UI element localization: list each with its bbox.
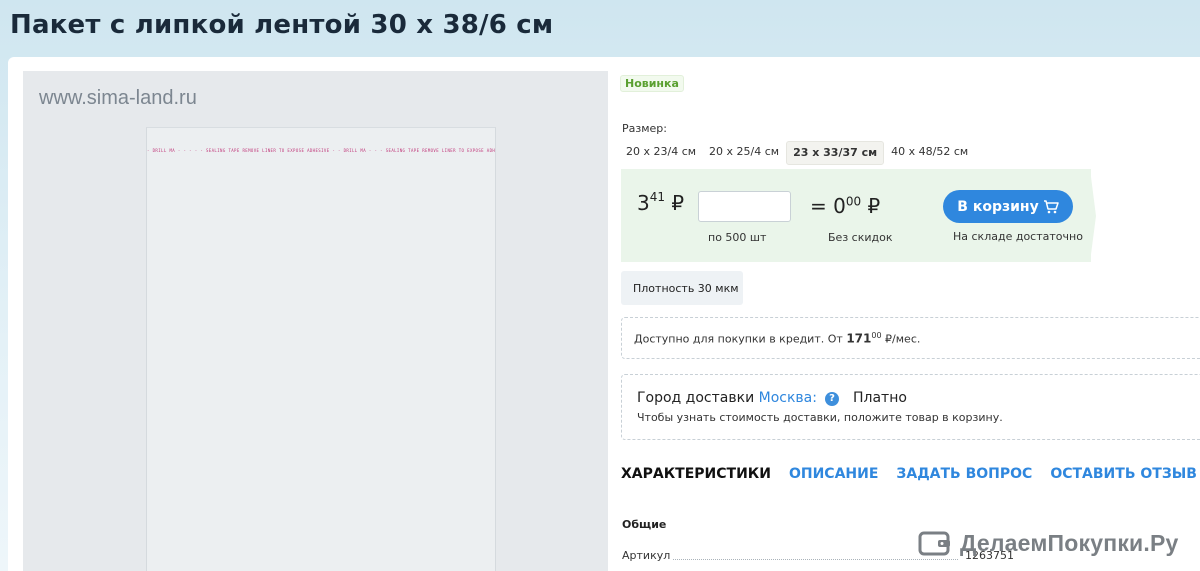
delivery-city-link[interactable]: Москва: <box>759 390 817 406</box>
pack-size: по 500 шт <box>708 231 767 244</box>
spec-section-title: Общие <box>622 518 667 531</box>
new-badge: Новинка <box>620 75 684 92</box>
tab-leave-review[interactable]: ОСТАВИТЬ ОТЗЫВ <box>1050 466 1197 482</box>
size-label: Размер: <box>622 122 667 135</box>
delivery-label: Город доставки <box>637 390 759 406</box>
tab-ask-question[interactable]: ЗАДАТЬ ВОПРОС <box>896 466 1032 482</box>
bag-image: - DRILL MA - - - - - SEALING TAPE REMOVE… <box>146 127 496 571</box>
size-options: 20 х 23/4 см 20 х 25/4 см 23 х 33/37 см … <box>620 141 975 165</box>
price-integer: 3 <box>637 191 650 215</box>
add-to-cart-button[interactable]: В корзину <box>943 190 1073 223</box>
spec-row: Артикул <box>622 549 962 563</box>
info-tabs: ХАРАКТЕРИСТИКИ ОПИСАНИЕ ЗАДАТЬ ВОПРОС ОС… <box>621 466 1200 482</box>
ruble-icon: ₽ <box>671 191 685 215</box>
spec-leader-dots <box>668 559 958 560</box>
discount-note: Без скидок <box>828 231 893 244</box>
unit-price: 341 ₽ <box>637 190 685 215</box>
total-price: = 000 ₽ <box>810 194 880 218</box>
tab-description[interactable]: ОПИСАНИЕ <box>789 466 878 482</box>
credit-suffix: ₽/мес. <box>881 332 921 346</box>
wallet-icon <box>918 531 950 556</box>
photo-watermark: www.sima-land.ru <box>39 87 197 109</box>
brand-logo: ДелаемПокупки.Ру <box>918 526 1179 560</box>
cart-icon <box>1043 199 1059 213</box>
density-chip[interactable]: Плотность 30 мкм <box>621 271 743 305</box>
page-title: Пакет с липкой лентой 30 х 38/6 см <box>10 10 554 40</box>
ruble-icon: ₽ <box>867 194 881 218</box>
credit-text: Доступно для покупки в кредит. От 17100 … <box>634 331 920 346</box>
cart-button-label: В корзину <box>957 198 1039 215</box>
size-option[interactable]: 20 х 23/4 см <box>620 141 702 165</box>
total-integer: = 0 <box>810 194 846 218</box>
size-option[interactable]: 40 х 48/52 см <box>885 141 974 165</box>
sealing-tape: - DRILL MA - - - - - SEALING TAPE REMOVE… <box>147 148 495 153</box>
stock-status: На складе достаточно <box>953 230 1083 243</box>
credit-prefix: Доступно для покупки в кредит. От <box>634 332 847 346</box>
size-option-selected[interactable]: 23 х 33/37 см <box>786 141 885 165</box>
buy-panel-arrow <box>1090 169 1096 262</box>
delivery-line: Город доставки Москва:? Платно <box>637 390 907 406</box>
credit-amount-fraction: 00 <box>871 331 882 340</box>
size-option[interactable]: 20 х 25/4 см <box>703 141 785 165</box>
delivery-note: Чтобы узнать стоимость доставки, положит… <box>637 411 1003 424</box>
total-fraction: 00 <box>845 194 862 209</box>
help-icon[interactable]: ? <box>824 392 839 406</box>
spec-key: Артикул <box>622 549 673 562</box>
quantity-input[interactable] <box>698 191 791 222</box>
credit-box: Доступно для покупки в кредит. От 17100 … <box>621 317 1200 359</box>
delivery-cost: Платно <box>852 390 907 406</box>
brand-name: ДелаемПокупки.Ру <box>960 529 1179 556</box>
price-fraction: 41 <box>649 190 666 205</box>
credit-amount: 171 <box>846 331 872 346</box>
product-photo[interactable]: www.sima-land.ru - DRILL MA - - - - - SE… <box>23 71 608 571</box>
tab-characteristics[interactable]: ХАРАКТЕРИСТИКИ <box>621 466 771 482</box>
delivery-box: Город доставки Москва:? Платно Чтобы узна… <box>621 374 1200 440</box>
